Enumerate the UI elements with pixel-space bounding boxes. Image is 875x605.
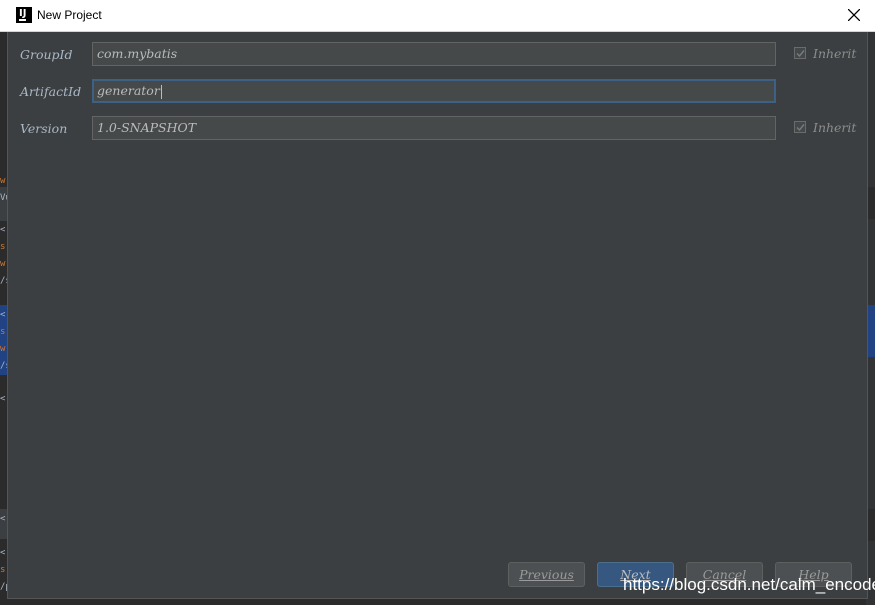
checkbox-box[interactable] [794,47,806,59]
artifact-id-row: ArtifactId generator [8,79,867,105]
group-id-field[interactable]: com.mybatis [92,42,776,66]
version-label: Version [20,121,68,136]
inherit-label: Inherit [813,46,857,61]
new-project-dialog: IJ New Project GroupId com.mybatis Inher… [0,0,875,598]
checkmark-icon [796,50,805,58]
group-id-label: GroupId [20,47,73,62]
checkmark-icon [796,124,805,132]
artifact-id-value: generator [97,83,160,98]
close-button[interactable] [842,4,866,26]
version-row: Version 1.0-SNAPSHOT Inherit [8,116,867,142]
title-bar: IJ New Project [0,0,875,32]
artifact-id-field[interactable]: generator [92,79,776,103]
watermark-text: https://blog.csdn.net/calm_encode [623,575,875,594]
group-id-row: GroupId com.mybatis Inherit [8,42,867,68]
artifact-id-label: ArtifactId [20,84,82,99]
background-editor-right [866,31,875,605]
text-caret [160,84,162,99]
previous-button[interactable]: Previous [508,562,585,587]
window-title: New Project [37,8,102,22]
inherit-label: Inherit [813,120,857,135]
version-field[interactable]: 1.0-SNAPSHOT [92,116,776,140]
close-icon [848,9,860,21]
checkbox-box[interactable] [794,121,806,133]
intellij-icon: IJ [16,7,32,23]
